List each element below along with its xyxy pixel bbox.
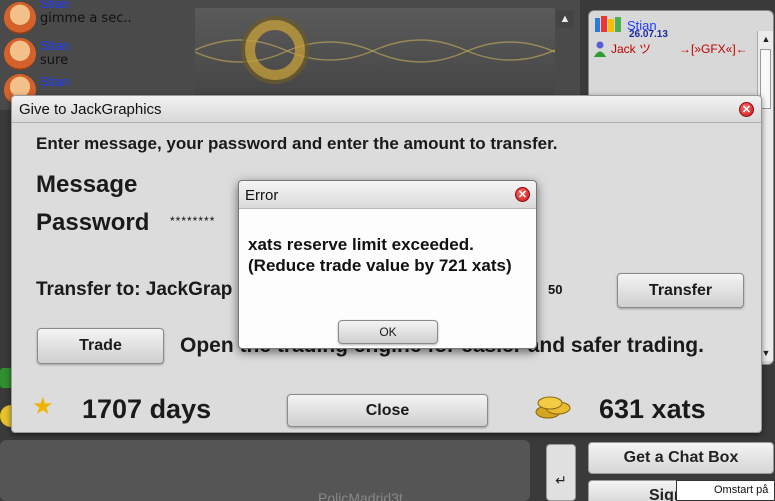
transfer-button[interactable]: Transfer [617,273,744,308]
trade-button[interactable]: Trade [37,328,164,364]
transfer-to-label: Transfer to: JackGrap [36,279,233,300]
dialog-titlebar: Give to JackGraphics ✕ [12,96,761,123]
xats-balance: 631 xats [599,394,706,424]
scroll-up-icon[interactable]: ▲ [758,31,774,47]
message-label: Message [36,171,138,198]
chat-message: Stian sure [4,38,70,70]
restart-tooltip: Omstart på [676,480,775,501]
avatar [4,2,36,34]
watermark-text: PolicMadrid3t [318,490,403,501]
message-text: sure [40,53,69,68]
message-sender[interactable]: Stian [40,74,70,89]
send-button[interactable]: ↵ [546,444,576,501]
xat-logo-icon [245,20,305,80]
close-button[interactable]: Close [287,394,488,427]
error-titlebar: Error ✕ [239,181,536,209]
error-dialog: Error ✕ xats reserve limit exceeded. (Re… [238,180,537,349]
get-chat-box-button[interactable]: Get a Chat Box [588,442,774,474]
password-field[interactable]: ******** [170,214,215,228]
user-tag: →[»GFX«]← [679,41,748,56]
message-sender[interactable]: Stian [40,0,132,11]
user-icon [594,41,606,57]
chat-messages-area: Stian gimme a sec.. Stian sure Stian ▲ [0,0,580,110]
ok-button[interactable]: OK [338,320,438,344]
chat-message: Stian gimme a sec.. [4,0,132,34]
avatar [4,38,36,70]
message-text: gimme a sec.. [40,11,132,26]
error-title: Error [245,187,279,204]
error-message: xats reserve limit exceeded. (Reduce tra… [248,235,512,275]
error-close-icon[interactable]: ✕ [515,187,530,202]
user-name: Jack ツ [611,42,652,56]
star-icon: ★ [32,393,54,420]
user-date: 26.07.13 [629,29,668,40]
message-sender[interactable]: Stian [40,38,70,53]
close-icon[interactable]: ✕ [739,102,754,117]
password-label: Password [36,209,150,236]
chat-scroll-up-icon[interactable]: ▲ [556,10,574,28]
coins-icon [535,396,571,419]
instructions-text: Enter message, your password and enter t… [36,134,558,153]
user-status-icon [595,16,621,32]
user-list-item[interactable]: Jack ツ →[»GFX«]← [593,40,763,57]
amount-field[interactable]: 50 [548,282,562,297]
dialog-title: Give to JackGraphics [19,101,162,118]
days-count: 1707 days [82,394,212,424]
message-input-area[interactable] [0,440,530,501]
